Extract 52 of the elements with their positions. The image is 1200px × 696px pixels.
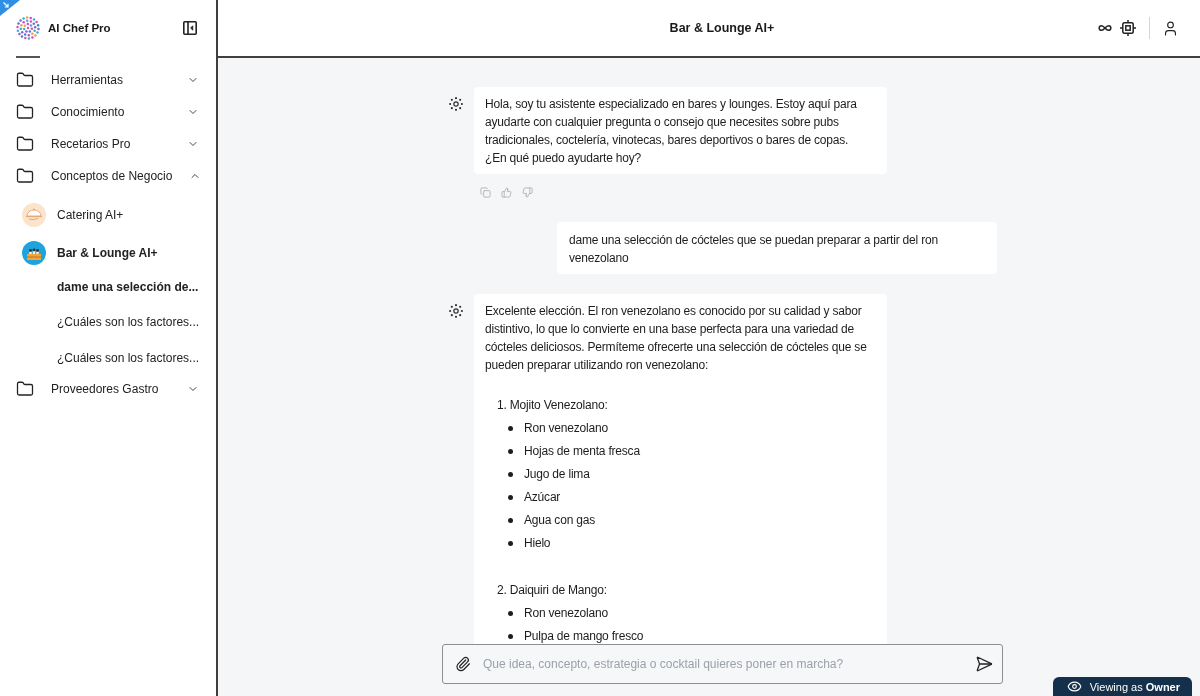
cloche-avatar-icon bbox=[22, 203, 46, 227]
logo-icon bbox=[16, 16, 40, 40]
eye-icon bbox=[1066, 679, 1082, 694]
viewing-as-label: Viewing as Owner bbox=[1089, 680, 1180, 693]
list-item-text: Hojas de menta fresca bbox=[524, 443, 640, 460]
app-title: AI Chef Pro bbox=[48, 22, 112, 34]
thumbs-up-icon[interactable] bbox=[501, 186, 512, 198]
chat-item[interactable]: ¿Cuáles son los factores... bbox=[0, 304, 216, 340]
bullet-icon bbox=[508, 471, 513, 477]
bullet-icon bbox=[508, 517, 513, 523]
list-item-text: Agua con gas bbox=[524, 512, 595, 529]
send-icon[interactable] bbox=[975, 655, 993, 673]
folder-icon bbox=[16, 103, 34, 121]
message-input[interactable]: Que idea, concepto, estrategia o cocktail quieres poner en marcha? bbox=[483, 653, 963, 675]
folder-item[interactable]: Recetarios Pro bbox=[0, 128, 216, 160]
list-heading: 2. Daiquiri de Mango: bbox=[496, 582, 608, 599]
composer-field[interactable]: Que idea, concepto, estrategia o cocktail quieres poner en marcha? bbox=[442, 644, 1003, 684]
bullet-icon bbox=[508, 425, 513, 431]
folder-icon bbox=[16, 135, 34, 153]
bullet-icon bbox=[508, 494, 513, 500]
chip-icon[interactable] bbox=[1120, 20, 1136, 36]
list-item-text: Azúcar bbox=[524, 489, 561, 506]
list-item-text: Pulpa de mango fresco bbox=[524, 628, 644, 644]
message-text: dame una selección de cócteles que se puedan preparar a partir del ron venezolano bbox=[569, 232, 939, 267]
assistant-item[interactable]: Bar & Lounge AI+ bbox=[0, 234, 216, 272]
list-item-text: Ron venezolano bbox=[524, 420, 608, 437]
folder-item[interactable]: Conocimiento bbox=[0, 96, 216, 128]
folder-item[interactable]: Conceptos de Negocio bbox=[0, 160, 216, 192]
chat-item[interactable]: dame una selección de... bbox=[0, 269, 216, 305]
list-item-text: Jugo de lima bbox=[524, 466, 590, 483]
bar-counter-avatar-icon bbox=[22, 241, 46, 265]
message-text: Excelente elección. El ron venezolano es conocido por su calidad y sabor distintivo, lo que lo convierte en una base perfecta para una variedad de cócteles deliciosos. Permíteme ofrecerte una selección de cócteles que se pueden preparar utilizando ron venezolano: bbox=[485, 303, 868, 374]
message-text: Hola, soy tu asistente especializado en bares y lounges. Estoy aquí para ayudarte con cualquier pregunta o consejo que necesites sobre pubs tradicionales, coctelería, vinotecas, bares deportivos o bares de copas. ¿En qué puedo ayudarte hoy? bbox=[485, 96, 858, 167]
user-icon[interactable] bbox=[1162, 19, 1179, 37]
paperclip-icon[interactable] bbox=[455, 656, 471, 672]
folder-item[interactable]: Herramientas bbox=[0, 64, 216, 96]
chat-title: Bar & Lounge AI+ bbox=[669, 21, 775, 35]
list-item-text: Hielo bbox=[524, 535, 551, 552]
assistant-item[interactable]: Catering AI+ bbox=[0, 196, 216, 234]
dotted-ring-icon bbox=[449, 304, 463, 318]
bullet-icon bbox=[508, 448, 513, 454]
dotted-ring-icon bbox=[449, 97, 463, 111]
folder-icon bbox=[16, 71, 34, 89]
folder-icon bbox=[16, 167, 34, 185]
collapse-sidebar-icon[interactable] bbox=[183, 21, 197, 35]
bullet-icon bbox=[508, 633, 513, 639]
bullet-icon bbox=[508, 610, 513, 616]
list-heading: 1. Mojito Venezolano: bbox=[496, 397, 609, 414]
list-item-text: Ron venezolano bbox=[524, 605, 608, 622]
thumbs-down-icon[interactable] bbox=[522, 186, 533, 198]
bullet-icon bbox=[508, 540, 513, 546]
folder-icon bbox=[16, 379, 34, 398]
